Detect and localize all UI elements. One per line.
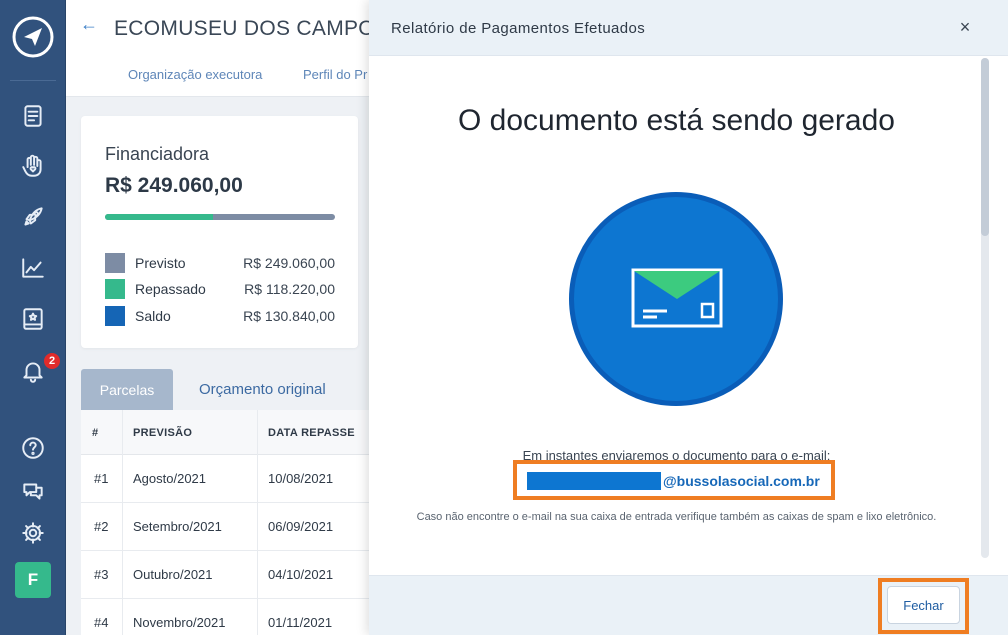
legend-value: R$ 118.220,00 (244, 281, 335, 297)
chat-icon[interactable] (19, 477, 47, 505)
table-header: # PREVISÃO DATA REPASSE (81, 410, 370, 455)
finance-amount: R$ 249.060,00 (105, 174, 243, 197)
avatar[interactable]: F (15, 562, 51, 598)
gear-icon[interactable] (19, 519, 47, 547)
column-divider (122, 410, 123, 635)
cell-number: #3 (94, 567, 109, 582)
table-row[interactable]: #3 Outubro/2021 04/10/2021 (81, 551, 370, 599)
email-redacted-block (527, 472, 661, 490)
cell-number: #1 (94, 471, 109, 486)
chart-icon[interactable] (19, 254, 47, 282)
cell-data-repasse: 10/08/2021 (268, 471, 334, 486)
column-divider (257, 410, 258, 635)
legend-item: Saldo R$ 130.840,00 (105, 306, 335, 326)
hand-heart-icon[interactable] (19, 152, 47, 180)
legend-item: Repassado R$ 118.220,00 (105, 279, 335, 299)
finance-progress-bar (105, 214, 335, 220)
sidebar-divider (10, 80, 56, 81)
modal-scrollbar-thumb[interactable] (981, 58, 989, 236)
report-modal: Relatório de Pagamentos Efetuados × O do… (369, 0, 1008, 635)
book-icon[interactable] (19, 305, 47, 333)
legend-value: R$ 130.840,00 (243, 308, 335, 324)
legend-swatch-previsto (105, 253, 125, 273)
cell-data-repasse: 04/10/2021 (268, 567, 334, 582)
column-header[interactable]: # (92, 427, 98, 439)
cell-number: #2 (94, 519, 109, 534)
cell-number: #4 (94, 615, 109, 630)
table-row[interactable]: #1 Agosto/2021 10/08/2021 (81, 455, 370, 503)
tab-parcelas[interactable]: Parcelas (81, 369, 173, 410)
tab-perfil[interactable]: Perfil do Pr (303, 67, 367, 82)
close-button[interactable]: Fechar (887, 586, 960, 624)
cell-previsao: Agosto/2021 (133, 471, 207, 486)
help-icon[interactable] (19, 434, 47, 462)
modal-heading: O documento está sendo gerado (458, 104, 895, 137)
notification-badge: 2 (43, 352, 61, 370)
table-row[interactable]: #4 Novembro/2021 01/11/2021 (81, 599, 370, 635)
sidebar: 2 F (0, 0, 66, 635)
cell-previsao: Novembro/2021 (133, 615, 226, 630)
cell-data-repasse: 01/11/2021 (268, 615, 333, 630)
cell-data-repasse: 06/09/2021 (268, 519, 334, 534)
email-domain: @bussolasocial.com.br (663, 473, 820, 489)
legend-swatch-repassado (105, 279, 125, 299)
project-title: ECOMUSEU DOS CAMPO (114, 17, 375, 40)
legend-name: Saldo (135, 308, 171, 324)
installments-table: # PREVISÃO DATA REPASSE #1 Agosto/2021 1… (81, 410, 370, 635)
envelope-illustration (569, 192, 783, 406)
spam-note: Caso não encontre o e-mail na sua caixa … (416, 511, 937, 523)
rocket-icon[interactable] (19, 203, 47, 231)
modal-title: Relatório de Pagamentos Efetuados (391, 20, 646, 37)
finance-label: Financiadora (105, 144, 210, 164)
legend-item: Previsto R$ 249.060,00 (105, 253, 335, 273)
legend-name: Repassado (135, 281, 206, 297)
cell-previsao: Setembro/2021 (133, 519, 222, 534)
table-tabs: Parcelas Orçamento original (81, 369, 370, 410)
compass-logo-icon[interactable] (12, 16, 54, 58)
envelope-icon (631, 268, 723, 328)
email-highlight: @bussolasocial.com.br (513, 460, 835, 500)
modal-header: Relatório de Pagamentos Efetuados × (369, 0, 1008, 56)
column-header[interactable]: DATA REPASSE (268, 427, 355, 439)
tab-organizacao-executora[interactable]: Organização executora (128, 67, 262, 82)
finance-progress-fill (105, 214, 214, 220)
back-arrow-icon[interactable]: ← (80, 14, 98, 35)
legend-name: Previsto (135, 255, 186, 271)
document-icon[interactable] (19, 102, 47, 130)
modal-scrollbar[interactable] (981, 58, 989, 558)
column-header[interactable]: PREVISÃO (133, 427, 192, 439)
cell-previsao: Outubro/2021 (133, 567, 213, 582)
legend-value: R$ 249.060,00 (243, 255, 335, 271)
legend-swatch-saldo (105, 306, 125, 326)
tab-orcamento-original[interactable]: Orçamento original (199, 381, 326, 398)
close-icon[interactable]: × (955, 17, 975, 37)
modal-footer: Fechar (369, 575, 1008, 635)
finance-card: Financiadora R$ 249.060,00 Previsto R$ 2… (81, 116, 358, 348)
table-row[interactable]: #2 Setembro/2021 06/09/2021 (81, 503, 370, 551)
